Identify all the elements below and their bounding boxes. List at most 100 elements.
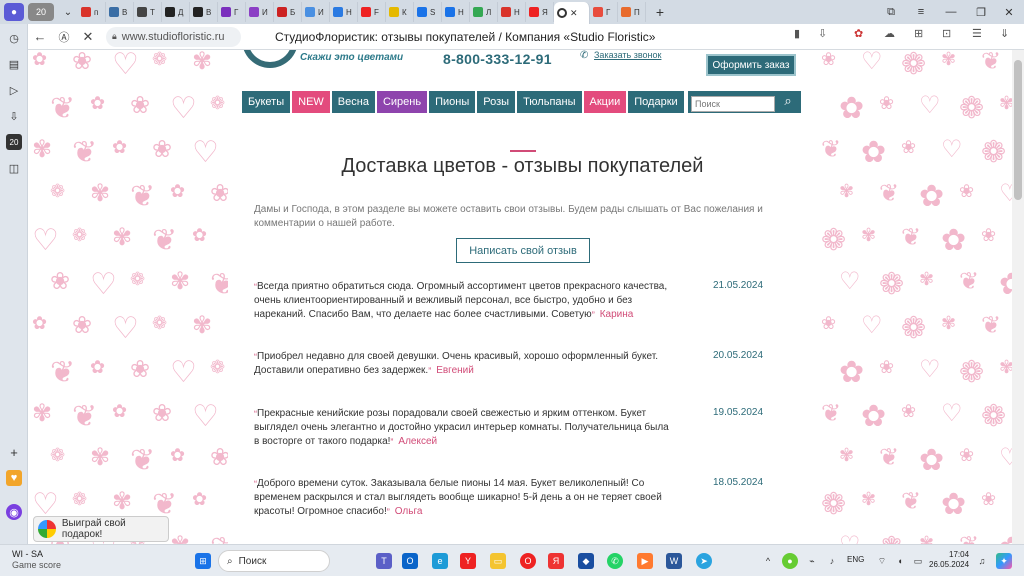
sidebar-counter-icon[interactable]: 20 xyxy=(6,134,22,150)
translate-icon[interactable]: ⊡ xyxy=(942,27,951,40)
explorer-icon[interactable]: ▭ xyxy=(490,553,506,569)
scrollbar[interactable] xyxy=(1012,50,1024,544)
menu-item-5[interactable]: Розы xyxy=(477,91,516,113)
volume-icon[interactable]: ◖ xyxy=(892,553,908,569)
tab-12[interactable]: S xyxy=(414,2,442,22)
bookmarks-icon[interactable]: ⧉ xyxy=(876,0,906,24)
whatsapp-icon[interactable]: ✆ xyxy=(607,553,623,569)
yandex-browser-icon[interactable]: Я xyxy=(548,553,564,569)
tab-label: К xyxy=(402,7,407,17)
tab-after-0[interactable]: Г xyxy=(590,2,618,22)
download-icon[interactable]: ⇩ xyxy=(818,27,827,40)
windows-start-icon[interactable]: ⊞ xyxy=(195,553,211,569)
word-icon[interactable]: W xyxy=(666,553,682,569)
menu-item-1[interactable]: NEW xyxy=(292,91,330,113)
notification-icon[interactable]: ♫ xyxy=(974,553,990,569)
tab-8[interactable]: И xyxy=(302,2,330,22)
weather-widget[interactable]: WI - SA Game score xyxy=(12,549,61,571)
tab-15[interactable]: Н xyxy=(498,2,526,22)
tab-7[interactable]: Б xyxy=(274,2,302,22)
close-tab-icon[interactable]: ✕ xyxy=(570,8,578,19)
tab-after-1[interactable]: П xyxy=(618,2,646,22)
search-input[interactable] xyxy=(691,96,775,112)
shield-icon[interactable]: Ⓐ xyxy=(52,25,76,49)
extension-icon[interactable]: ☁ xyxy=(884,27,895,40)
tab-10[interactable]: F xyxy=(358,2,386,22)
tab-13[interactable]: Н xyxy=(442,2,470,22)
battery-icon[interactable]: ▭ xyxy=(910,553,926,569)
play-icon[interactable]: ▷ xyxy=(6,82,22,98)
stop-icon[interactable]: ✕ xyxy=(76,25,100,49)
flower-pattern-icon: ✾ xyxy=(112,224,133,251)
telegram-icon[interactable]: ➤ xyxy=(696,553,712,569)
phone-number[interactable]: 8-800-333-12-91 xyxy=(443,51,552,67)
new-tab-icon[interactable]: + xyxy=(650,3,670,21)
defender-icon[interactable]: ◆ xyxy=(578,553,594,569)
share-icon[interactable]: ☰ xyxy=(972,27,982,40)
chevron-down-icon[interactable]: ⌄ xyxy=(58,3,78,21)
tab-11[interactable]: К xyxy=(386,2,414,22)
logo[interactable] xyxy=(242,50,298,68)
menu-item-4[interactable]: Пионы xyxy=(429,91,476,113)
tray-app-icon[interactable]: ● xyxy=(782,553,798,569)
opera-icon[interactable]: O xyxy=(520,553,536,569)
search-icon[interactable]: ⌕ xyxy=(780,93,796,109)
reader-icon[interactable]: ⊞ xyxy=(914,27,923,40)
tab-active[interactable]: ✕ xyxy=(554,2,590,24)
market-icon[interactable]: ♥ xyxy=(6,470,22,486)
minimize-icon[interactable]: — xyxy=(936,0,966,24)
tab-9[interactable]: Н xyxy=(330,2,358,22)
history-icon[interactable]: ◷ xyxy=(6,30,22,46)
downloads-bar-icon[interactable]: ⇓ xyxy=(1000,27,1009,40)
menu-item-3[interactable]: Сирень xyxy=(376,91,428,113)
edge-icon[interactable]: e xyxy=(432,553,448,569)
tab-6[interactable]: И xyxy=(246,2,274,22)
tray-chevron-icon[interactable]: ^ xyxy=(760,553,776,569)
collections-icon[interactable]: ▤ xyxy=(6,56,22,72)
menu-item-7[interactable]: Акции xyxy=(583,91,627,113)
clock[interactable]: 17:04 26.05.2024 xyxy=(929,550,969,570)
tab-3[interactable]: Д xyxy=(162,2,190,22)
tab-16[interactable]: Я xyxy=(526,2,554,22)
scrollbar-thumb[interactable] xyxy=(1014,60,1022,200)
url-field[interactable]: 🔒︎ www.studiofloristic.ru xyxy=(106,26,241,47)
menu-item-6[interactable]: Тюльпаны xyxy=(517,91,582,113)
screenshot-icon[interactable]: ◫ xyxy=(6,160,22,176)
teams-icon[interactable]: T xyxy=(376,553,392,569)
downloads-icon[interactable]: ⇩ xyxy=(6,108,22,124)
taskbar-search[interactable]: ⌕ Поиск xyxy=(218,550,330,572)
yandex-icon[interactable]: Y xyxy=(460,553,476,569)
write-review-button[interactable]: Написать свой отзыв xyxy=(456,238,590,263)
menu-item-2[interactable]: Весна xyxy=(331,91,375,113)
language-indicator[interactable]: ENG xyxy=(847,555,864,564)
maximize-icon[interactable]: ❐ xyxy=(966,0,996,24)
callback-link[interactable]: Заказать звонок xyxy=(594,50,661,60)
tab-14[interactable]: Л xyxy=(470,2,498,22)
profile-icon[interactable]: ● xyxy=(4,3,24,21)
tab-counter[interactable]: 20 xyxy=(28,3,54,21)
menu-item-8[interactable]: Подарки xyxy=(628,91,684,113)
close-quote: ” xyxy=(428,366,432,376)
tab-2[interactable]: Т xyxy=(134,2,162,22)
promo-banner[interactable]: Выиграй свой подарок! xyxy=(33,516,169,542)
menu-item-0[interactable]: Букеты xyxy=(242,91,291,113)
copilot-icon[interactable]: ✦ xyxy=(996,553,1012,569)
order-button[interactable]: Оформить заказ xyxy=(706,54,796,76)
tab-4[interactable]: В xyxy=(190,2,218,22)
microphone-icon[interactable]: ♪ xyxy=(824,553,840,569)
app-icon[interactable]: ▶ xyxy=(637,553,653,569)
alice-icon[interactable]: ◉ xyxy=(6,504,22,520)
outlook-icon[interactable]: O xyxy=(402,553,418,569)
tab-5[interactable]: Г xyxy=(218,2,246,22)
tray-icon[interactable]: ⌁ xyxy=(804,553,820,569)
extension-rose-icon[interactable]: ✿ xyxy=(854,27,863,40)
back-icon[interactable]: ← xyxy=(28,25,52,49)
tab-1[interactable]: В xyxy=(106,2,134,22)
wifi-icon[interactable]: ⌔ xyxy=(874,553,890,569)
tab-label: Т xyxy=(150,7,155,17)
menu-icon[interactable]: ≡ xyxy=(906,0,936,24)
add-icon[interactable]: + xyxy=(6,444,22,460)
tab-0[interactable]: п xyxy=(78,2,106,22)
close-window-icon[interactable]: ✕ xyxy=(994,0,1024,24)
bookmark-icon[interactable]: ▮ xyxy=(794,27,800,40)
